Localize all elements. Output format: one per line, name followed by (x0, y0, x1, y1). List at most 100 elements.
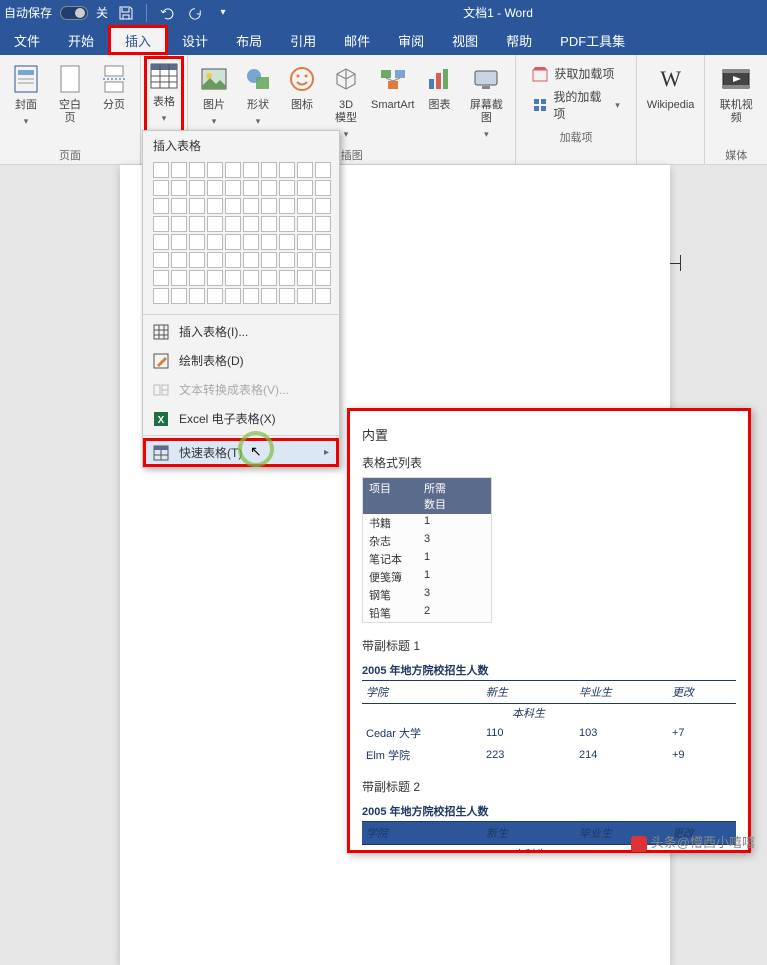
grid-cell[interactable] (171, 234, 187, 250)
grid-cell[interactable] (279, 234, 295, 250)
cover-page-button[interactable]: 封面 ▾ (6, 59, 46, 146)
tab-review[interactable]: 审阅 (384, 25, 438, 55)
page-break-button[interactable]: 分页 (94, 59, 134, 146)
grid-cell[interactable] (225, 252, 241, 268)
grid-cell[interactable] (315, 234, 331, 250)
grid-cell[interactable] (153, 270, 169, 286)
grid-cell[interactable] (189, 216, 205, 232)
insert-table-menu[interactable]: 插入表格(I)... (143, 317, 339, 346)
tab-mailings[interactable]: 邮件 (330, 25, 384, 55)
grid-cell[interactable] (297, 234, 313, 250)
grid-cell[interactable] (189, 288, 205, 304)
grid-cell[interactable] (315, 270, 331, 286)
grid-cell[interactable] (171, 288, 187, 304)
grid-cell[interactable] (243, 288, 259, 304)
my-addins-button[interactable]: 我的加载项 ▾ (528, 86, 623, 124)
tab-design[interactable]: 设计 (168, 25, 222, 55)
grid-cell[interactable] (153, 288, 169, 304)
grid-cell[interactable] (315, 288, 331, 304)
grid-cell[interactable] (225, 162, 241, 178)
grid-cell[interactable] (315, 180, 331, 196)
grid-cell[interactable] (315, 252, 331, 268)
tab-file[interactable]: 文件 (0, 25, 54, 55)
excel-table-menu[interactable]: X Excel 电子表格(X) (143, 404, 339, 433)
online-video-button[interactable]: 联机视频 (711, 59, 761, 146)
grid-cell[interactable] (207, 288, 223, 304)
smartart-button[interactable]: SmartArt (370, 59, 415, 146)
tab-help[interactable]: 帮助 (492, 25, 546, 55)
grid-cell[interactable] (171, 198, 187, 214)
grid-cell[interactable] (207, 216, 223, 232)
grid-cell[interactable] (189, 252, 205, 268)
grid-cell[interactable] (189, 234, 205, 250)
grid-cell[interactable] (297, 288, 313, 304)
tab-home[interactable]: 开始 (54, 25, 108, 55)
grid-cell[interactable] (315, 216, 331, 232)
grid-cell[interactable] (261, 180, 277, 196)
tab-references[interactable]: 引用 (276, 25, 330, 55)
tab-pdf[interactable]: PDF工具集 (546, 25, 639, 55)
grid-cell[interactable] (171, 216, 187, 232)
grid-cell[interactable] (279, 216, 295, 232)
grid-cell[interactable] (297, 216, 313, 232)
grid-cell[interactable] (279, 270, 295, 286)
grid-cell[interactable] (153, 216, 169, 232)
grid-cell[interactable] (261, 270, 277, 286)
grid-cell[interactable] (279, 288, 295, 304)
get-addins-button[interactable]: 获取加载项 (528, 63, 623, 84)
tab-insert[interactable]: 插入 (108, 25, 168, 55)
grid-cell[interactable] (189, 198, 205, 214)
quick-table-menu[interactable]: 快速表格(T) ▸ ↖ (143, 438, 339, 467)
grid-cell[interactable] (171, 180, 187, 196)
grid-cell[interactable] (207, 252, 223, 268)
grid-cell[interactable] (207, 270, 223, 286)
grid-cell[interactable] (225, 216, 241, 232)
grid-cell[interactable] (225, 288, 241, 304)
undo-icon[interactable] (157, 3, 177, 23)
screenshot-button[interactable]: 屏幕截图 ▾ (463, 59, 509, 146)
grid-cell[interactable] (153, 180, 169, 196)
grid-cell[interactable] (207, 162, 223, 178)
grid-cell[interactable] (261, 198, 277, 214)
grid-cell[interactable] (261, 234, 277, 250)
grid-cell[interactable] (153, 198, 169, 214)
autosave-toggle[interactable] (60, 6, 88, 20)
redo-icon[interactable] (185, 3, 205, 23)
grid-cell[interactable] (189, 270, 205, 286)
grid-cell[interactable] (261, 252, 277, 268)
grid-cell[interactable] (243, 162, 259, 178)
save-icon[interactable] (116, 3, 136, 23)
grid-cell[interactable] (261, 162, 277, 178)
table-grid-picker[interactable] (143, 158, 339, 312)
grid-cell[interactable] (243, 216, 259, 232)
wikipedia-button[interactable]: W Wikipedia (643, 59, 699, 146)
blank-page-button[interactable]: 空白页 (50, 59, 90, 146)
grid-cell[interactable] (243, 180, 259, 196)
grid-cell[interactable] (153, 234, 169, 250)
draw-table-menu[interactable]: 绘制表格(D) (143, 346, 339, 375)
chart-button[interactable]: 图表 (419, 59, 459, 146)
grid-cell[interactable] (279, 162, 295, 178)
grid-cell[interactable] (207, 198, 223, 214)
grid-cell[interactable] (279, 180, 295, 196)
grid-cell[interactable] (171, 162, 187, 178)
grid-cell[interactable] (189, 180, 205, 196)
grid-cell[interactable] (225, 180, 241, 196)
subtitle1-table-preview[interactable]: 2005 年地方院校招生人数 学院 新生 毕业生 更改 本科生 Cedar 大学… (362, 660, 736, 766)
grid-cell[interactable] (297, 198, 313, 214)
grid-cell[interactable] (297, 180, 313, 196)
grid-cell[interactable] (243, 270, 259, 286)
grid-cell[interactable] (207, 234, 223, 250)
grid-cell[interactable] (261, 216, 277, 232)
list-table-preview[interactable]: 项目所需数目 书籍1杂志3笔记本1便笺簿1钢笔3铅笔2 (362, 477, 492, 623)
grid-cell[interactable] (297, 252, 313, 268)
grid-cell[interactable] (171, 252, 187, 268)
grid-cell[interactable] (189, 162, 205, 178)
tab-layout[interactable]: 布局 (222, 25, 276, 55)
grid-cell[interactable] (279, 252, 295, 268)
grid-cell[interactable] (261, 288, 277, 304)
grid-cell[interactable] (225, 270, 241, 286)
grid-cell[interactable] (243, 198, 259, 214)
grid-cell[interactable] (225, 234, 241, 250)
grid-cell[interactable] (315, 162, 331, 178)
